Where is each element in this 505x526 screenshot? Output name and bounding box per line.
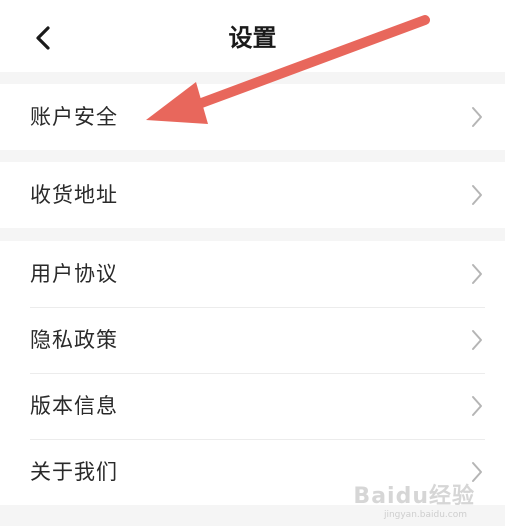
settings-group-info: 用户协议 隐私政策 版本信息 关于我们 [0, 241, 505, 505]
settings-item-label: 关于我们 [30, 460, 118, 484]
settings-item-user-agreement[interactable]: 用户协议 [0, 241, 505, 307]
chevron-right-icon [469, 460, 485, 484]
nav-header: 设置 [0, 0, 505, 72]
settings-item-label: 用户协议 [30, 262, 118, 286]
settings-item-label: 版本信息 [30, 394, 118, 418]
chevron-right-icon [469, 262, 485, 286]
settings-group-address: 收货地址 [0, 162, 505, 228]
chevron-right-icon [469, 328, 485, 352]
settings-item-shipping-address[interactable]: 收货地址 [0, 162, 505, 228]
chevron-right-icon [469, 394, 485, 418]
watermark-url: jingyan.baidu.com [383, 510, 467, 520]
chevron-right-icon [469, 105, 485, 129]
settings-item-label: 隐私政策 [30, 328, 118, 352]
settings-group-account: 账户安全 [0, 84, 505, 150]
back-button[interactable] [26, 20, 62, 56]
settings-item-label: 账户安全 [30, 105, 118, 129]
page-title: 设置 [228, 24, 277, 52]
settings-item-about-us[interactable]: 关于我们 [0, 439, 505, 505]
settings-item-version-info[interactable]: 版本信息 [0, 373, 505, 439]
settings-item-privacy-policy[interactable]: 隐私政策 [0, 307, 505, 373]
chevron-right-icon [469, 183, 485, 207]
settings-item-account-security[interactable]: 账户安全 [0, 84, 505, 150]
chevron-left-icon [36, 26, 50, 50]
settings-item-label: 收货地址 [30, 183, 118, 207]
